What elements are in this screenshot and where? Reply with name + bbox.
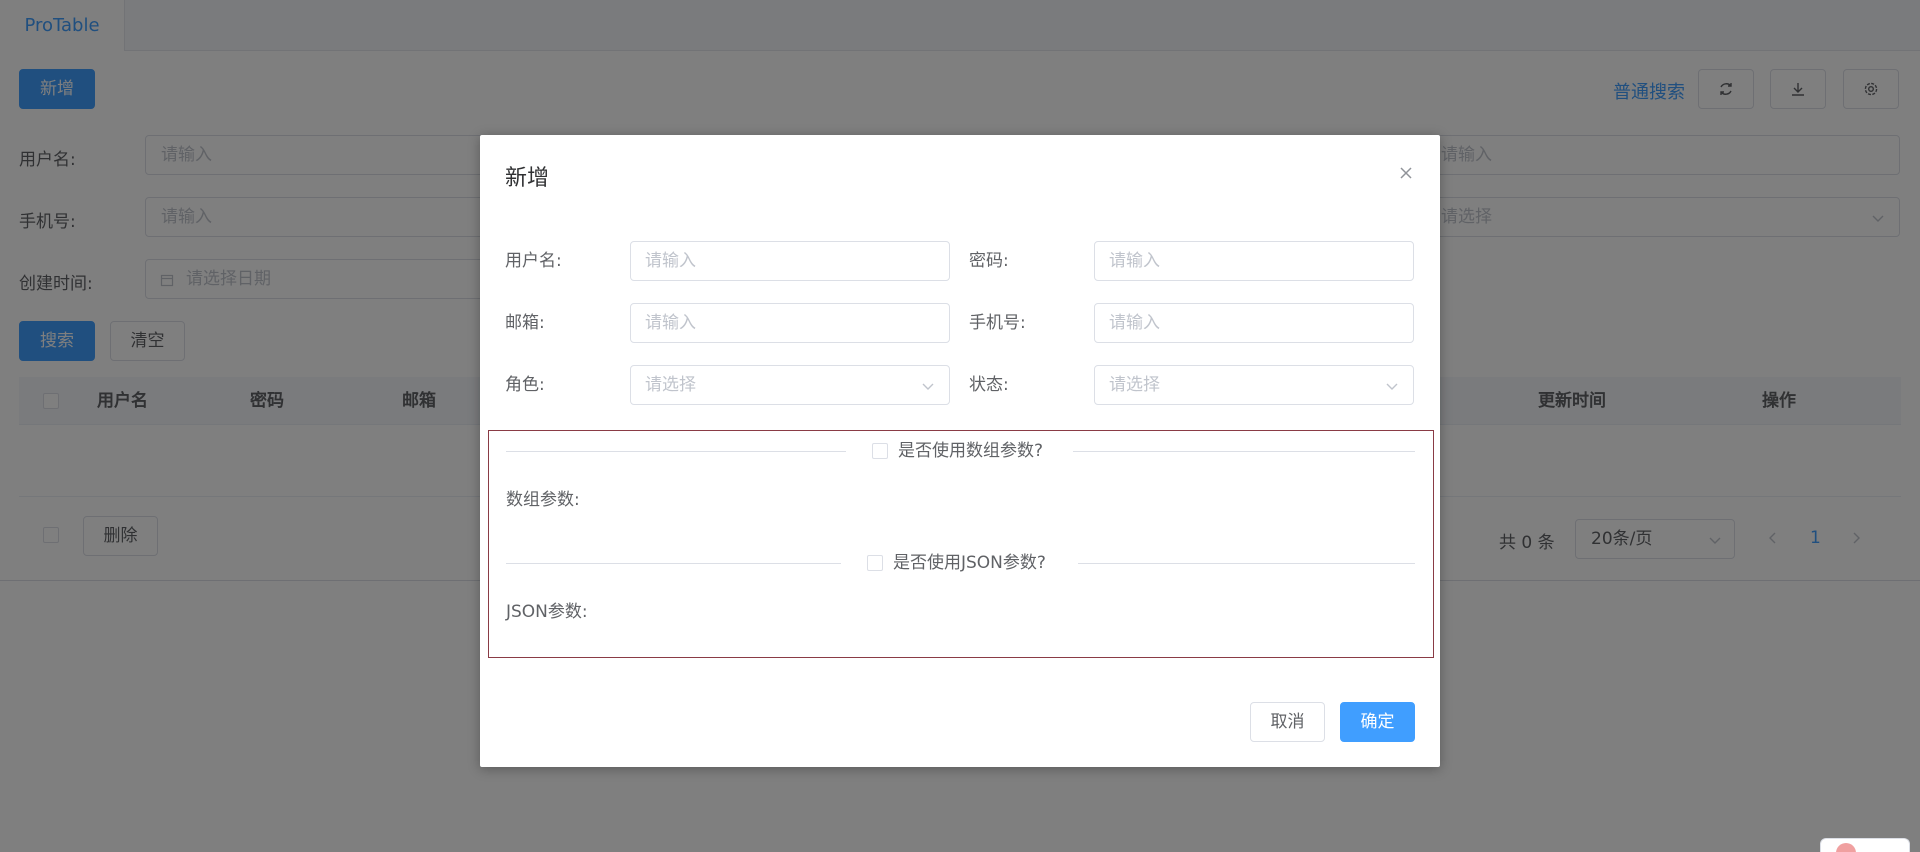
password-label: 密码: <box>969 251 1009 271</box>
role-label: 角色: <box>505 375 545 395</box>
params-section: 是否使用数组参数? 数组参数: 是否使用JSON参数? JSON参数: <box>488 430 1434 658</box>
array-toggle-label: 是否使用数组参数? <box>898 441 1044 461</box>
close-button[interactable] <box>1396 163 1416 183</box>
confirm-button[interactable]: 确定 <box>1340 702 1415 742</box>
divider-line <box>506 563 841 564</box>
array-toggle[interactable]: 是否使用数组参数? <box>872 439 1043 463</box>
dialog-title: 新增 <box>505 166 550 191</box>
password-input[interactable]: 请输入 <box>1094 241 1414 281</box>
phone-label: 手机号: <box>969 313 1026 333</box>
chevron-down-icon <box>922 383 934 390</box>
email-input[interactable]: 请输入 <box>630 303 950 343</box>
add-dialog: 新增 用户名: 请输入 密码: 请输入 邮箱: 请输入 手机号: 请输入 角色:… <box>480 135 1440 767</box>
status-label: 状态: <box>969 375 1009 395</box>
json-params-label: JSON参数: <box>506 602 588 622</box>
json-toggle[interactable]: 是否使用JSON参数? <box>867 551 1046 575</box>
json-toggle-label: 是否使用JSON参数? <box>893 553 1046 573</box>
username-input[interactable]: 请输入 <box>630 241 950 281</box>
array-toggle-checkbox[interactable] <box>872 443 888 459</box>
status-select[interactable]: 请选择 <box>1094 365 1414 405</box>
username-label: 用户名: <box>505 251 562 271</box>
role-select[interactable]: 请选择 <box>630 365 950 405</box>
phone-input[interactable]: 请输入 <box>1094 303 1414 343</box>
divider-line <box>1078 563 1415 564</box>
json-toggle-checkbox[interactable] <box>867 555 883 571</box>
cancel-button[interactable]: 取消 <box>1250 702 1325 742</box>
floating-widget[interactable] <box>1820 838 1910 852</box>
array-params-label: 数组参数: <box>506 490 580 510</box>
divider-line <box>1073 451 1415 452</box>
chevron-down-icon <box>1386 383 1398 390</box>
email-label: 邮箱: <box>505 313 545 333</box>
role-select-value: 请选择 <box>645 375 696 395</box>
divider-line <box>506 451 846 452</box>
status-select-value: 请选择 <box>1109 375 1160 395</box>
close-icon <box>1400 167 1412 179</box>
